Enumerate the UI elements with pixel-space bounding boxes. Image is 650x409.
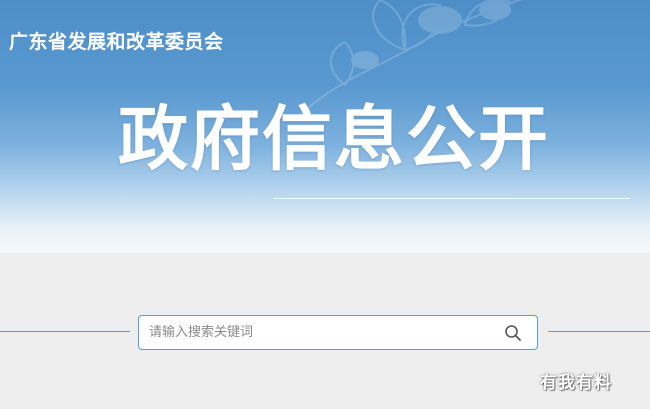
watermark-text: 有我有料	[540, 373, 612, 393]
search-input[interactable]	[149, 316, 489, 349]
left-divider	[0, 331, 130, 332]
search-box	[138, 315, 538, 350]
search-icon[interactable]	[504, 324, 522, 342]
header-banner: 广东省发展和改革委员会 政府信息公开	[0, 0, 650, 253]
organization-title: 广东省发展和改革委员会	[9, 31, 224, 53]
page-title: 政府信息公开	[118, 98, 550, 180]
right-divider	[548, 331, 650, 332]
title-underline	[274, 198, 630, 199]
